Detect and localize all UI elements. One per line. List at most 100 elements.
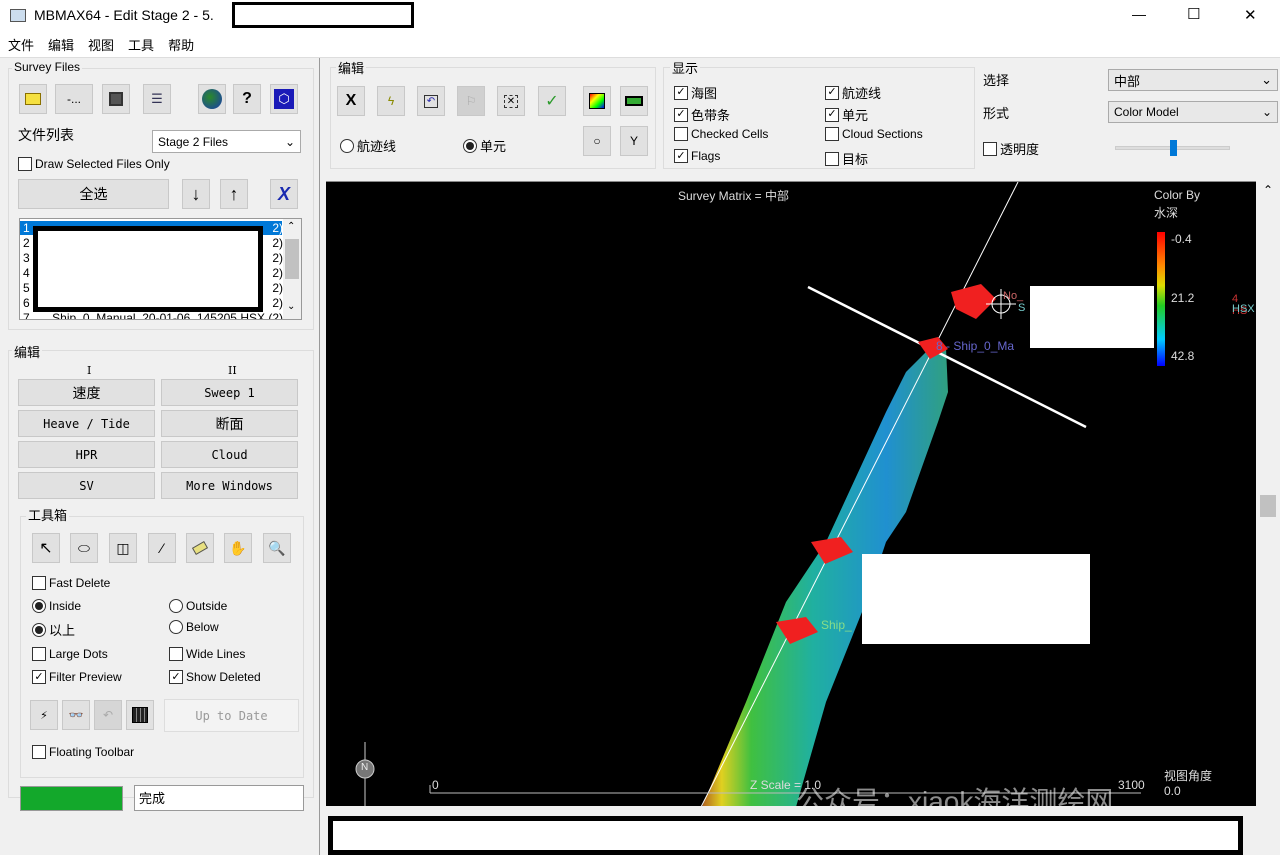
scroll-thumb[interactable]: [1260, 495, 1276, 517]
transparency-slider[interactable]: [1115, 140, 1230, 156]
accept-button[interactable]: ✓: [538, 86, 566, 116]
maximize-button[interactable]: ☐: [1187, 5, 1200, 23]
fit-view-button[interactable]: ✕: [497, 86, 525, 116]
color-bar-button[interactable]: [620, 86, 648, 116]
open-folder-button[interactable]: [19, 84, 47, 114]
show-deleted-label: Show Deleted: [186, 670, 261, 684]
edit-window-button[interactable]: 断面: [161, 410, 298, 437]
help-button[interactable]: ?: [233, 84, 261, 114]
undo-edit-button[interactable]: ↶: [417, 86, 445, 116]
display-checkbox[interactable]: 目标: [825, 149, 868, 168]
remove-file-button[interactable]: X: [270, 179, 298, 209]
inside-radio[interactable]: Inside: [32, 599, 81, 613]
outside-radio[interactable]: Outside: [169, 599, 227, 613]
edit-window-button[interactable]: HPR: [18, 441, 155, 468]
grid-button[interactable]: [126, 700, 154, 730]
menu-tools[interactable]: 工具: [128, 35, 154, 54]
list-button[interactable]: ☰: [143, 84, 171, 114]
file-list-scrollbar[interactable]: ⌃ ⌄: [283, 219, 301, 319]
rectangle-tool-button[interactable]: ◫: [109, 533, 137, 563]
display-checkbox[interactable]: ✓ 色带条: [674, 105, 730, 124]
tools-button[interactable]: Y: [620, 126, 648, 156]
auto-filter-button[interactable]: ϟ: [377, 86, 405, 116]
cloud-button[interactable]: ○: [583, 126, 611, 156]
wide-lines-checkbox[interactable]: Wide Lines: [169, 647, 245, 661]
3d-view-button[interactable]: ⬡: [270, 84, 298, 114]
edit-window-button[interactable]: Heave / Tide: [18, 410, 155, 437]
fast-delete-label: Fast Delete: [49, 576, 111, 590]
edit-window-button-label: More Windows: [186, 478, 273, 493]
select-all-button[interactable]: 全选: [18, 179, 169, 209]
draw-selected-checkbox[interactable]: Draw Selected Files Only: [18, 157, 170, 171]
file-number: 2: [23, 236, 30, 250]
eraser-tool-button[interactable]: [186, 533, 214, 563]
minimize-button[interactable]: —: [1132, 6, 1146, 22]
undo-icon: ↶: [102, 708, 114, 722]
color-map-button[interactable]: [583, 86, 611, 116]
undo-button[interactable]: ↶: [94, 700, 122, 730]
vertical-scrollbar[interactable]: ⌃: [1256, 181, 1280, 806]
edit-window-button[interactable]: More Windows: [161, 472, 298, 499]
below-radio[interactable]: Below: [169, 620, 219, 634]
options-button[interactable]: -...: [55, 84, 93, 114]
save-button[interactable]: [102, 84, 130, 114]
file-list-item[interactable]: 7 Ship_0_Manual_20-01-06_145205.HSX (2): [23, 311, 283, 319]
inside-label: Inside: [49, 599, 82, 613]
find-button[interactable]: 👓: [62, 700, 90, 730]
pan-tool-button[interactable]: ✋: [224, 533, 252, 563]
region-select[interactable]: 中部 ⌄: [1108, 69, 1278, 91]
edit-window-button[interactable]: Cloud: [161, 441, 298, 468]
lasso-tool-button[interactable]: ⬭: [70, 533, 98, 563]
progress-bar: [20, 786, 123, 811]
menu-file[interactable]: 文件: [8, 35, 34, 54]
edit-window-button[interactable]: Sweep 1: [161, 379, 298, 406]
expand-icon: ✕: [503, 94, 519, 108]
fast-delete-checkbox[interactable]: Fast Delete: [32, 576, 110, 590]
display-checkbox[interactable]: ✓ 航迹线: [825, 83, 881, 102]
close-button[interactable]: ✕: [1244, 6, 1257, 24]
move-up-button[interactable]: ↑: [220, 179, 248, 209]
above-radio[interactable]: 以上: [32, 620, 75, 639]
scroll-thumb[interactable]: [285, 239, 299, 279]
track-radio[interactable]: 航迹线: [340, 136, 396, 155]
edit-group-label: 编辑: [12, 342, 43, 361]
dash-dots-icon: -...: [67, 92, 81, 106]
display-checkbox[interactable]: ✓ Flags: [674, 149, 720, 163]
globe-button[interactable]: [198, 84, 226, 114]
line-tool-button[interactable]: ⁄: [148, 533, 176, 563]
large-dots-checkbox[interactable]: Large Dots: [32, 647, 108, 661]
flag-button[interactable]: ⚐: [457, 86, 485, 116]
menu-view[interactable]: 视图: [88, 35, 114, 54]
delete-button[interactable]: X: [337, 86, 365, 116]
zoom-tool-button[interactable]: 🔍: [263, 533, 291, 563]
up-to-date-button[interactable]: Up to Date: [164, 699, 299, 732]
file-number: 1: [23, 221, 30, 235]
map-viewport[interactable]: Survey Matrix = 中部 Color By 水深 -0.4 21.2…: [326, 181, 1256, 806]
menu-edit[interactable]: 编辑: [48, 35, 74, 54]
filter-button[interactable]: ⚡: [30, 700, 58, 730]
line-icon: ⁄: [160, 540, 164, 556]
toolbox-label: 工具箱: [26, 505, 70, 524]
edit-window-button[interactable]: SV: [18, 472, 155, 499]
cell-radio[interactable]: 单元: [463, 136, 506, 155]
form-select[interactable]: Color Model ⌄: [1108, 101, 1278, 123]
display-checkbox[interactable]: Cloud Sections: [825, 127, 923, 141]
display-checkbox[interactable]: ✓ 海图: [674, 83, 717, 102]
select-tool-button[interactable]: ↖: [32, 533, 60, 563]
progress-fill: [21, 787, 122, 810]
edit-window-button[interactable]: 速度: [18, 379, 155, 406]
slider-thumb[interactable]: [1169, 140, 1177, 156]
floating-toolbar-checkbox[interactable]: Floating Toolbar: [32, 745, 134, 759]
question-icon: ?: [242, 90, 252, 107]
move-down-button[interactable]: ↓: [182, 179, 210, 209]
show-deleted-checkbox[interactable]: ✓ Show Deleted: [169, 670, 261, 684]
file-list-select[interactable]: Stage 2 Files ⌄: [152, 130, 301, 153]
watermark: 公众号：xiaok海洋测绘网: [796, 786, 1114, 806]
swath-map: [355, 182, 1165, 806]
menu-help[interactable]: 帮助: [168, 35, 194, 54]
window-title: MBMAX64 - Edit Stage 2 - 5.: [34, 7, 214, 23]
transparency-checkbox[interactable]: 透明度: [983, 139, 1039, 158]
display-checkbox[interactable]: ✓ 单元: [825, 105, 868, 124]
display-checkbox[interactable]: Checked Cells: [674, 127, 768, 141]
filter-preview-checkbox[interactable]: ✓ Filter Preview: [32, 670, 122, 684]
